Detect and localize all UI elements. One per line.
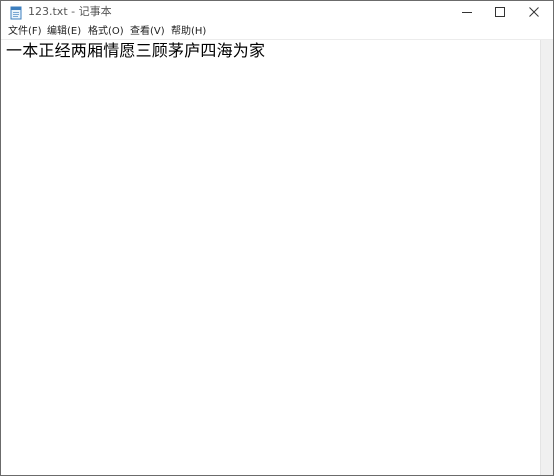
title-bar[interactable]: 123.txt - 记事本 <box>1 1 553 24</box>
menu-help[interactable]: 帮助(H) <box>171 25 206 39</box>
notepad-icon <box>9 5 23 20</box>
menu-view[interactable]: 查看(V) <box>130 25 165 39</box>
close-button[interactable] <box>517 1 551 24</box>
minimize-icon <box>462 12 472 13</box>
menu-bar: 文件(F) 编辑(E) 格式(O) 查看(V) 帮助(H) <box>1 24 553 40</box>
vertical-scrollbar[interactable] <box>540 40 553 475</box>
maximize-icon <box>495 7 505 17</box>
window-title: 123.txt - 记事本 <box>28 5 112 18</box>
menu-format[interactable]: 格式(O) <box>88 25 124 39</box>
menu-edit[interactable]: 编辑(E) <box>47 25 81 39</box>
menu-file[interactable]: 文件(F) <box>8 25 42 39</box>
editor-content[interactable]: 一本正经两厢情愿三顾茅庐四海为家 <box>6 41 265 61</box>
text-editor-area[interactable]: 一本正经两厢情愿三顾茅庐四海为家 <box>1 40 540 475</box>
notepad-window: 123.txt - 记事本 文件(F) 编辑(E) 格式(O) 查看(V) 帮助… <box>0 0 554 476</box>
minimize-button[interactable] <box>450 1 484 24</box>
maximize-button[interactable] <box>483 1 517 24</box>
close-icon <box>529 7 539 17</box>
